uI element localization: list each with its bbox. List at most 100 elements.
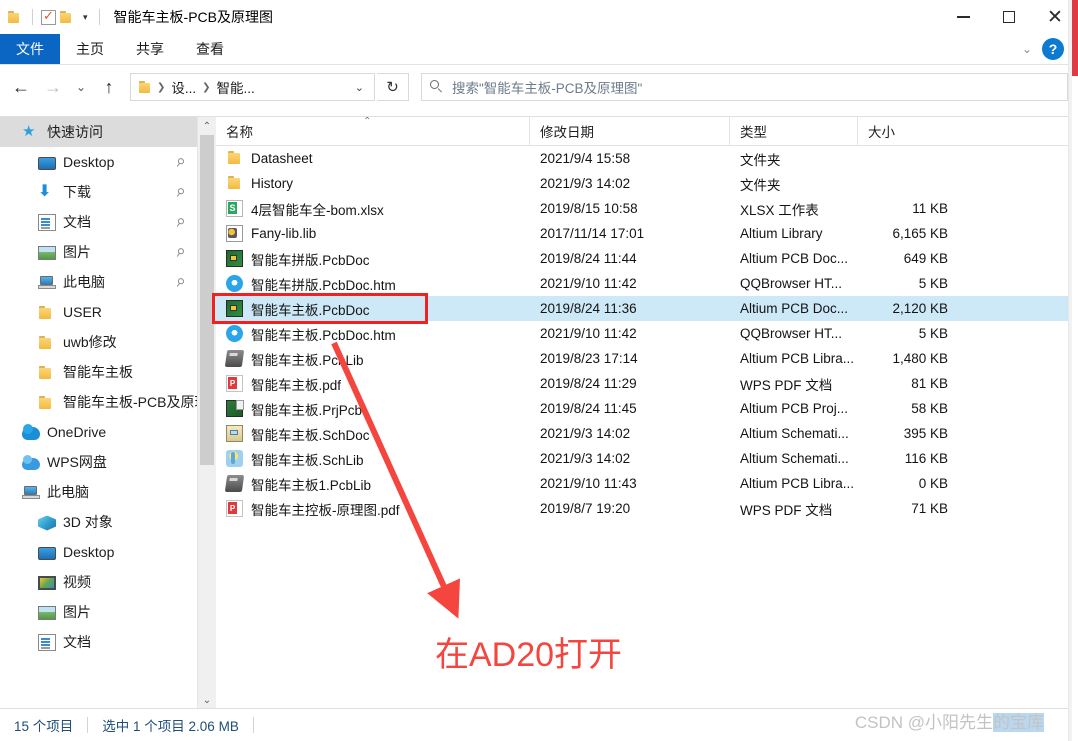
column-header-date[interactable]: 修改日期: [530, 117, 730, 145]
monitor-icon: [38, 157, 56, 170]
scroll-down-icon[interactable]: ⌄: [198, 691, 216, 709]
sidebar-item-10[interactable]: OneDrive: [0, 417, 216, 447]
table-row[interactable]: 智能车主板.PcbDoc 2019/8/24 11:36 Altium PCB Do…: [216, 296, 1069, 321]
file-name-cell[interactable]: 智能车拼版.PcbDoc.htm: [216, 274, 530, 294]
up-button[interactable]: ↑: [94, 72, 124, 102]
maximize-button[interactable]: [986, 0, 1032, 34]
help-button[interactable]: ?: [1042, 38, 1064, 60]
file-name-cell[interactable]: 智能车主板.PcbDoc.htm: [216, 324, 530, 344]
tab-home[interactable]: 主页: [60, 34, 120, 64]
minimize-button[interactable]: [940, 0, 986, 34]
file-name-cell[interactable]: 智能车主控板-原理图.pdf: [216, 499, 530, 519]
sidebar-item-17[interactable]: 文档: [0, 627, 216, 657]
sidebar-item-2[interactable]: ⬇ 下载 ⚲: [0, 177, 216, 207]
file-date-cell: 2019/8/24 11:36: [540, 301, 637, 316]
breadcrumb-item-1[interactable]: 智能...: [213, 77, 259, 97]
tab-share[interactable]: 共享: [120, 34, 180, 64]
file-size-cell: 0 KB: [918, 476, 948, 491]
sidebar-item-6[interactable]: USER: [0, 297, 216, 327]
properties-checkbox-icon[interactable]: [41, 8, 56, 25]
this-pc-icon: [38, 276, 56, 290]
sidebar-item-0[interactable]: ★ 快速访问: [0, 117, 216, 147]
table-row[interactable]: 4层智能车全-bom.xlsx 2019/8/15 10:58 XLSX 工作表 11…: [216, 196, 1069, 221]
pin-icon[interactable]: ⚲: [173, 154, 187, 169]
file-name-cell[interactable]: 智能车主板.SchDoc: [216, 424, 530, 444]
table-row[interactable]: Fany-lib.lib 2017/11/14 17:01 Altium Libra…: [216, 221, 1069, 246]
qat-divider-2: [98, 9, 100, 25]
sidebar-item-9[interactable]: 智能车主板-PCB及原理: [0, 387, 216, 417]
pin-icon[interactable]: ⚲: [173, 244, 187, 259]
column-header-name[interactable]: 名称: [216, 117, 530, 145]
pin-icon[interactable]: ⚲: [173, 274, 187, 289]
chevron-down-icon[interactable]: ⌄: [1022, 42, 1032, 56]
file-name-cell[interactable]: 智能车主板.pdf: [216, 374, 530, 394]
sidebar-item-label: 图片: [63, 604, 91, 620]
file-name-cell[interactable]: 智能车主板.SchLib: [216, 449, 530, 469]
customize-qat-caret-icon[interactable]: ▾: [80, 12, 91, 22]
pin-icon[interactable]: ⚲: [173, 184, 187, 199]
sidebar-item-3[interactable]: 文档 ⚲: [0, 207, 216, 237]
file-name-cell[interactable]: Datasheet: [216, 150, 530, 167]
sidebar-scrollbar[interactable]: ⌃ ⌄: [197, 117, 216, 709]
sidebar-item-4[interactable]: 图片 ⚲: [0, 237, 216, 267]
recent-locations-button[interactable]: ⌄: [70, 72, 92, 102]
breadcrumb[interactable]: ❯ 设... ❯ 智能... ⌄: [130, 73, 375, 101]
onedrive-icon: [22, 424, 40, 440]
tab-file[interactable]: 文件: [0, 34, 60, 64]
file-rows: Datasheet 2021/9/4 15:58 文件夹 History 2021/9/…: [216, 146, 1069, 521]
xlsx-icon: [226, 200, 243, 217]
table-row[interactable]: 智能车主板.SchLib 2021/9/3 14:02 Altium Schemat…: [216, 446, 1069, 471]
table-row[interactable]: 智能车主板.SchDoc 2021/9/3 14:02 Altium Schemat…: [216, 421, 1069, 446]
table-row[interactable]: History 2021/9/3 14:02 文件夹: [216, 171, 1069, 196]
new-folder-icon[interactable]: [60, 10, 76, 24]
refresh-button[interactable]: ↻: [377, 73, 409, 101]
table-row[interactable]: 智能车主板.PcbDoc.htm 2021/9/10 11:42 QQBrowser…: [216, 321, 1069, 346]
file-name-cell[interactable]: 4层智能车全-bom.xlsx: [216, 199, 530, 219]
file-name-cell[interactable]: 智能车拼版.PcbDoc: [216, 249, 530, 269]
folder-icon[interactable]: [8, 10, 24, 24]
table-row[interactable]: 智能车主板.pdf 2019/8/24 11:29 WPS PDF 文档 81 KB: [216, 371, 1069, 396]
sidebar-item-label: 文档: [63, 214, 91, 230]
scroll-up-icon[interactable]: ⌃: [198, 117, 216, 135]
file-type-cell: Altium PCB Proj...: [740, 401, 849, 416]
sidebar-item-13[interactable]: 3D 对象: [0, 507, 216, 537]
file-name-cell[interactable]: History: [216, 175, 530, 192]
table-row[interactable]: Datasheet 2021/9/4 15:58 文件夹: [216, 146, 1069, 171]
file-name-cell[interactable]: Fany-lib.lib: [216, 225, 530, 242]
sidebar-item-1[interactable]: Desktop ⚲: [0, 147, 216, 177]
column-header-type[interactable]: 类型: [730, 117, 858, 145]
table-row[interactable]: 智能车主板1.PcbLib 2021/9/10 11:43 Altium PCB L…: [216, 471, 1069, 496]
table-row[interactable]: 智能车主板.PcbLib 2019/8/23 17:14 Altium PCB Li…: [216, 346, 1069, 371]
sidebar-item-5[interactable]: 此电脑 ⚲: [0, 267, 216, 297]
breadcrumb-separator-1: ❯: [157, 81, 166, 93]
file-size-cell: 58 KB: [911, 401, 948, 416]
sidebar-item-15[interactable]: 视频: [0, 567, 216, 597]
sidebar-item-8[interactable]: 智能车主板: [0, 357, 216, 387]
sidebar-scroll-thumb[interactable]: [200, 135, 214, 465]
back-button[interactable]: ←: [6, 72, 36, 102]
table-row[interactable]: 智能车主控板-原理图.pdf 2019/8/7 19:20 WPS PDF 文档 71…: [216, 496, 1069, 521]
sidebar-item-14[interactable]: Desktop: [0, 537, 216, 567]
sidebar-item-11[interactable]: WPS网盘: [0, 447, 216, 477]
tab-view[interactable]: 查看: [180, 34, 240, 64]
column-header-size[interactable]: 大小: [858, 117, 962, 145]
search-icon: [430, 80, 444, 94]
search-input[interactable]: 搜索"智能车主板-PCB及原理图": [452, 77, 642, 97]
search-box[interactable]: 搜索"智能车主板-PCB及原理图": [421, 73, 1068, 101]
prjpcb-icon: [226, 400, 244, 417]
table-row[interactable]: 智能车拼版.PcbDoc 2019/8/24 11:44 Altium PCB Do…: [216, 246, 1069, 271]
file-name-cell[interactable]: 智能车主板.PcbLib: [216, 349, 530, 369]
file-name-cell[interactable]: 智能车主板1.PcbLib: [216, 474, 530, 494]
file-size-cell: 116 KB: [904, 451, 948, 466]
breadcrumb-item-0[interactable]: 设...: [167, 77, 200, 97]
file-name-cell[interactable]: 智能车主板.PcbDoc: [216, 299, 530, 319]
pin-icon[interactable]: ⚲: [173, 214, 187, 229]
sidebar-item-16[interactable]: 图片: [0, 597, 216, 627]
table-row[interactable]: 智能车主板.PrjPcb 2019/8/24 11:45 Altium PCB Pr…: [216, 396, 1069, 421]
breadcrumb-dropdown-icon[interactable]: ⌄: [349, 81, 370, 94]
table-row[interactable]: 智能车拼版.PcbDoc.htm 2021/9/10 11:42 QQBrowser…: [216, 271, 1069, 296]
file-name-cell[interactable]: 智能车主板.PrjPcb: [216, 399, 530, 419]
sidebar-item-12[interactable]: 此电脑: [0, 477, 216, 507]
forward-button[interactable]: →: [38, 72, 68, 102]
sidebar-item-7[interactable]: uwb修改: [0, 327, 216, 357]
